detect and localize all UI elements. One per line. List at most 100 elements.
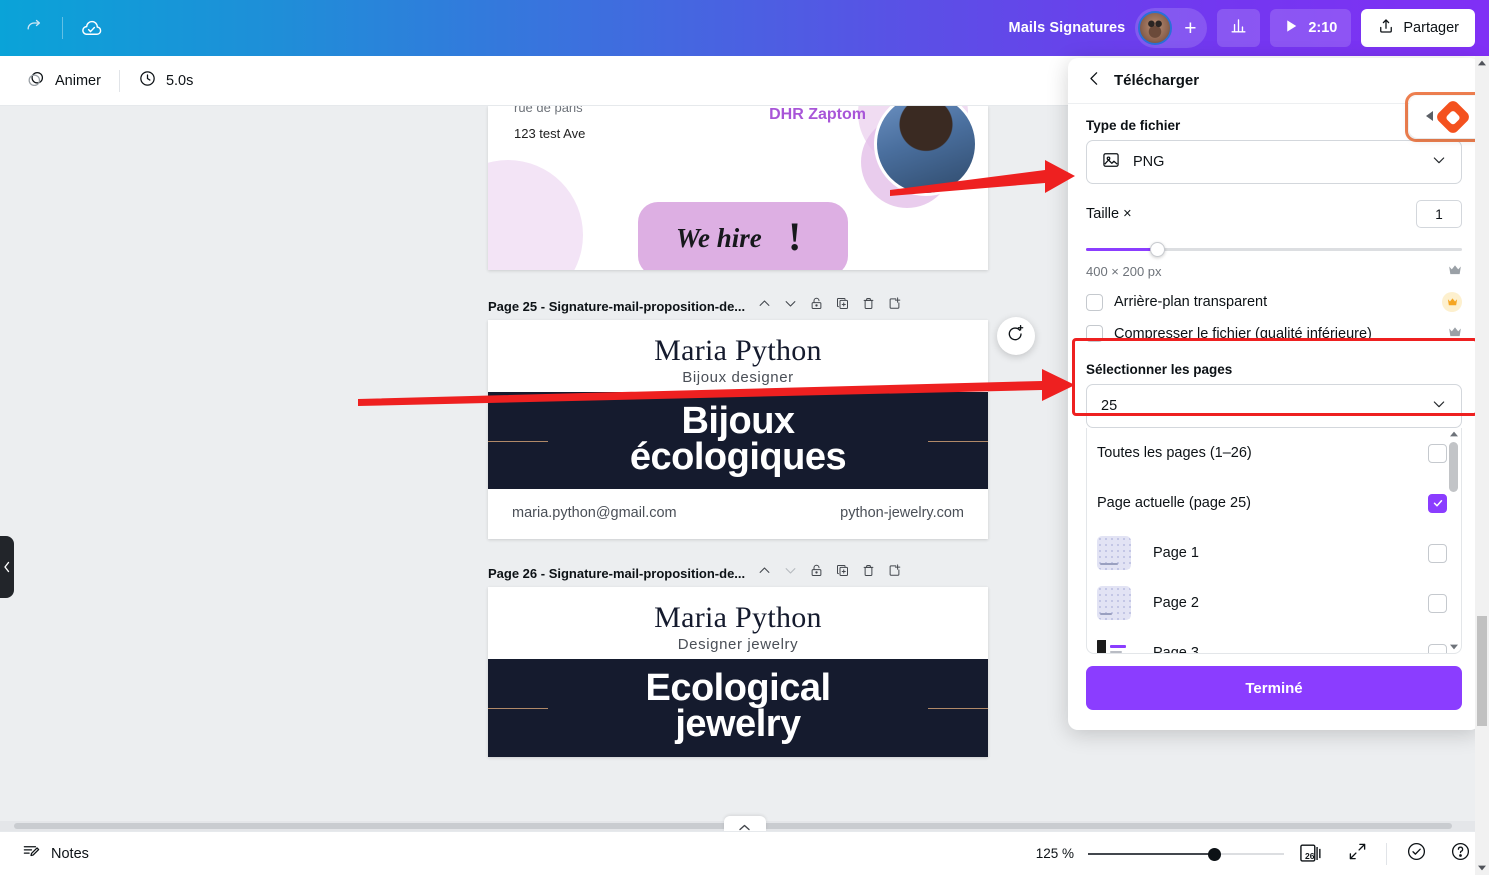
band-rule-left — [488, 440, 548, 442]
move-page-up-button[interactable] — [751, 560, 777, 586]
avatar[interactable] — [1138, 11, 1173, 45]
chevron-left-icon — [3, 561, 11, 573]
upload-share-icon — [1377, 17, 1395, 39]
signature-role-25: Bijoux designer — [682, 369, 794, 386]
signature-name-26: Maria Python — [654, 601, 822, 635]
signature-card-25[interactable]: Maria Python Bijoux designer Bijoux écol… — [488, 320, 988, 540]
status-check-button[interactable] — [1401, 839, 1431, 869]
toolbar-divider — [118, 69, 120, 92]
scroll-down-arrow-icon[interactable] — [1448, 641, 1459, 653]
card24-address-line1: rue de paris — [514, 106, 583, 115]
dropdown-option-page-2[interactable]: Page 2 — [1087, 578, 1461, 628]
insights-button[interactable] — [1217, 9, 1261, 47]
dropdown-option-page-3[interactable]: Page 3 — [1087, 628, 1461, 653]
option-checkbox[interactable] — [1428, 593, 1447, 613]
lock-page-button[interactable] — [803, 293, 829, 319]
scrollbar-thumb[interactable] — [1477, 616, 1487, 726]
undo-button[interactable] — [14, 8, 54, 48]
share-button[interactable]: Partager — [1361, 9, 1475, 47]
add-collaborator-button[interactable]: + — [1177, 15, 1203, 41]
browser-extension-chip[interactable] — [1409, 96, 1483, 138]
dropdown-option-page-1[interactable]: Page 1 — [1087, 528, 1461, 578]
dropdown-scrollbar[interactable] — [1448, 428, 1459, 653]
duplicate-page-button[interactable] — [829, 293, 855, 319]
page-thumbnail — [1097, 586, 1131, 620]
download-back-button[interactable] — [1078, 65, 1110, 97]
page-card-24[interactable]: rue de paris 123 test Ave DHR Zaptom We … — [488, 106, 988, 270]
page-count-badge: 26 — [1305, 850, 1315, 861]
duration-label: 5.0s — [165, 72, 194, 89]
orange-diamond-extension-icon[interactable] — [1434, 98, 1472, 136]
duration-button[interactable]: 5.0s — [126, 63, 205, 98]
page-card-header-25: Page 25 - Signature-mail-proposition-de.… — [488, 292, 988, 320]
signature-header-26: Maria Python Designer jewelry — [488, 587, 988, 660]
zoom-slider[interactable] — [1088, 847, 1284, 861]
scrollbar-thumb[interactable] — [1449, 442, 1458, 492]
add-page-icon — [887, 563, 902, 583]
animate-button[interactable]: Animer — [14, 63, 113, 99]
browser-scrollbar[interactable] — [1475, 56, 1489, 875]
slider-knob[interactable] — [1150, 242, 1165, 257]
move-page-down-button[interactable] — [777, 293, 803, 319]
page-group-26: Page 26 - Signature-mail-proposition-de.… — [488, 559, 988, 757]
option-checkbox[interactable] — [1428, 493, 1447, 513]
caret-left-icon[interactable] — [1426, 110, 1434, 124]
done-button[interactable]: Terminé — [1086, 666, 1462, 710]
scroll-up-arrow-icon[interactable] — [1448, 428, 1459, 440]
fullscreen-button[interactable] — [1342, 839, 1372, 869]
cloud-save-button[interactable] — [71, 8, 111, 48]
magic-suggest-button[interactable] — [997, 317, 1035, 355]
move-page-up-button[interactable] — [751, 293, 777, 319]
page-grid-button[interactable]: 26 — [1298, 839, 1328, 869]
collaborators-group[interactable]: + — [1135, 8, 1208, 48]
duplicate-page-button[interactable] — [829, 560, 855, 586]
card24-address-line2: 123 test Ave — [514, 126, 586, 141]
compress-checkbox[interactable] — [1086, 325, 1103, 342]
header-divider — [62, 17, 63, 39]
panel-collapse-pill[interactable] — [723, 816, 766, 831]
band-rule-right — [928, 708, 988, 710]
transparent-bg-checkbox[interactable] — [1086, 293, 1103, 311]
slider-knob[interactable] — [1208, 847, 1221, 861]
option-checkbox[interactable] — [1428, 643, 1447, 653]
sidebar-collapse-handle[interactable] — [0, 536, 14, 598]
transparent-bg-row[interactable]: Arrière-plan transparent — [1086, 292, 1462, 312]
clock-icon — [138, 69, 157, 92]
add-page-button[interactable] — [881, 293, 907, 319]
help-button[interactable] — [1445, 839, 1475, 869]
option-checkbox[interactable] — [1428, 443, 1447, 463]
transparent-bg-label: Arrière-plan transparent — [1114, 294, 1268, 310]
signature-footer-25: maria.python@gmail.com python-jewelry.co… — [488, 489, 988, 539]
band-rule-right — [928, 440, 988, 442]
trash-icon — [861, 563, 876, 583]
signature-website-25: python-jewelry.com — [840, 505, 964, 522]
dropdown-option-all-pages[interactable]: Toutes les pages (1–26) — [1087, 428, 1461, 478]
add-page-button[interactable] — [881, 560, 907, 586]
download-panel-title: Télécharger — [1114, 72, 1200, 89]
file-type-select[interactable]: PNG — [1086, 140, 1462, 184]
lock-page-button[interactable] — [803, 560, 829, 586]
delete-page-button[interactable] — [855, 560, 881, 586]
crown-icon — [1442, 292, 1462, 312]
scroll-down-arrow-icon[interactable] — [1475, 861, 1489, 875]
present-button[interactable]: 2:10 — [1270, 9, 1352, 47]
size-slider[interactable] — [1086, 242, 1462, 257]
scroll-up-arrow-icon[interactable] — [1475, 56, 1489, 70]
dropdown-option-current-page[interactable]: Page actuelle (page 25) — [1087, 478, 1461, 528]
page-title-25[interactable]: Page 25 - Signature-mail-proposition-de.… — [488, 299, 745, 314]
pages-dropdown-list[interactable]: Toutes les pages (1–26) Page actuelle (p… — [1086, 428, 1462, 654]
signature-card-26[interactable]: Maria Python Designer jewelry Ecological… — [488, 587, 988, 757]
select-pages-dropdown[interactable]: 25 — [1086, 384, 1462, 428]
notes-pencil-icon — [22, 842, 41, 865]
page-title-26[interactable]: Page 26 - Signature-mail-proposition-de.… — [488, 566, 745, 581]
trash-icon — [861, 296, 876, 316]
compress-row[interactable]: Compresser le fichier (qualité inférieur… — [1086, 325, 1462, 342]
notes-button[interactable]: Notes — [14, 836, 97, 871]
size-label: Taille × — [1086, 206, 1132, 222]
delete-page-button[interactable] — [855, 293, 881, 319]
size-input[interactable]: 1 — [1416, 200, 1462, 228]
chevron-up-icon — [757, 563, 772, 583]
option-checkbox[interactable] — [1428, 543, 1447, 563]
signature-band-25: Bijoux écologiques — [488, 392, 988, 490]
animate-shapes-icon — [26, 69, 46, 93]
